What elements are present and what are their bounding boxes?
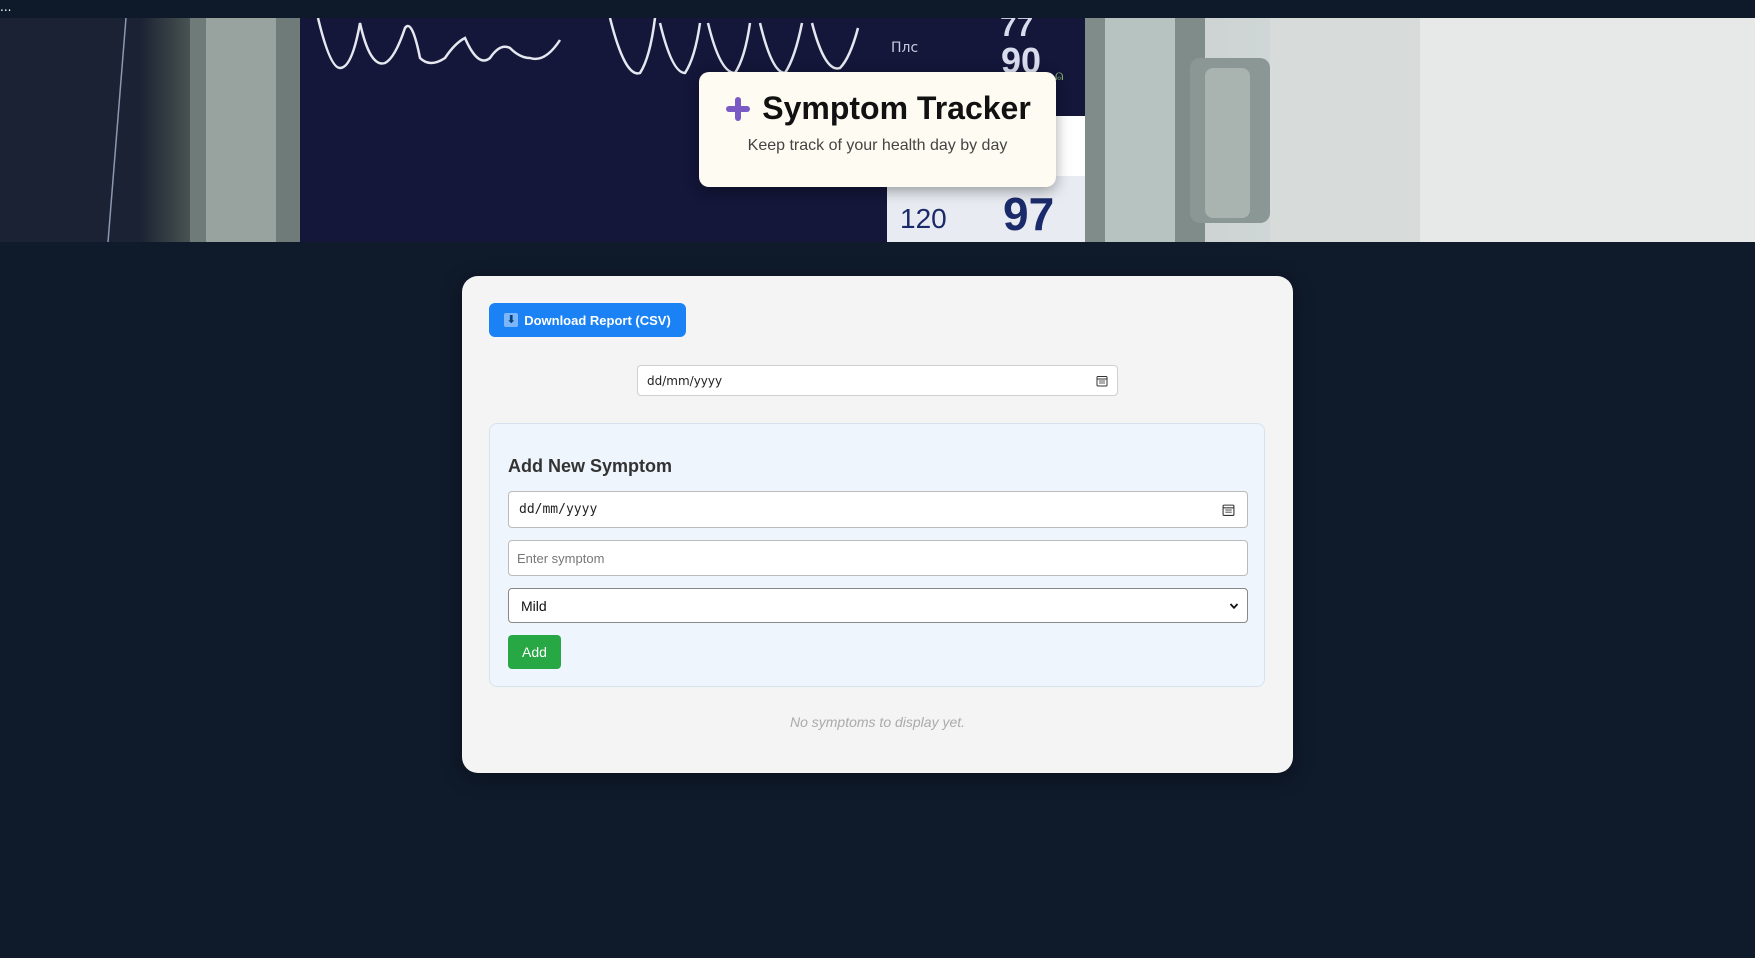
monitor-label: Плс bbox=[891, 40, 918, 56]
top-bar: ... bbox=[0, 0, 1755, 18]
download-report-label: Download Report (CSV) bbox=[524, 312, 671, 328]
svg-text:⍝: ⍝ bbox=[1055, 68, 1063, 84]
symptom-input[interactable] bbox=[508, 540, 1248, 576]
calendar-icon[interactable] bbox=[1222, 503, 1235, 516]
plus-icon bbox=[726, 96, 751, 121]
add-symptom-card: Add New Symptom dd/mm/yyyy Mild Add bbox=[489, 423, 1265, 687]
severity-select[interactable]: Mild bbox=[508, 588, 1248, 623]
monitor-reading-left: 120 bbox=[900, 203, 947, 234]
topbar-dots: ... bbox=[0, 0, 12, 14]
page-subtitle: Keep track of your health day by day bbox=[747, 137, 1008, 154]
filter-date-input[interactable]: dd/mm/yyyy bbox=[637, 365, 1118, 396]
page-title: Symptom Tracker bbox=[762, 90, 1031, 126]
monitor-reading-right: 97 bbox=[1003, 188, 1054, 240]
filter-date-placeholder: dd/mm/yyyy bbox=[647, 373, 723, 388]
empty-list-message: No symptoms to display yet. bbox=[789, 714, 966, 730]
title-card: Symptom Tracker Keep track of your healt… bbox=[699, 72, 1056, 187]
symptom-date-input[interactable]: dd/mm/yyyy bbox=[508, 491, 1248, 528]
add-symptom-heading: Add New Symptom bbox=[508, 456, 673, 476]
download-report-button[interactable]: ⬇ Download Report (CSV) bbox=[489, 303, 686, 337]
add-symptom-button[interactable]: Add bbox=[508, 635, 561, 669]
download-icon: ⬇ bbox=[504, 313, 519, 327]
symptom-date-placeholder: dd/mm/yyyy bbox=[519, 502, 598, 517]
tracker-panel: ⬇ Download Report (CSV) dd/mm/yyyy Add N… bbox=[462, 276, 1293, 773]
chevron-down-icon bbox=[1229, 602, 1239, 609]
calendar-icon[interactable] bbox=[1096, 375, 1108, 387]
severity-selected-value: Mild bbox=[521, 597, 547, 614]
